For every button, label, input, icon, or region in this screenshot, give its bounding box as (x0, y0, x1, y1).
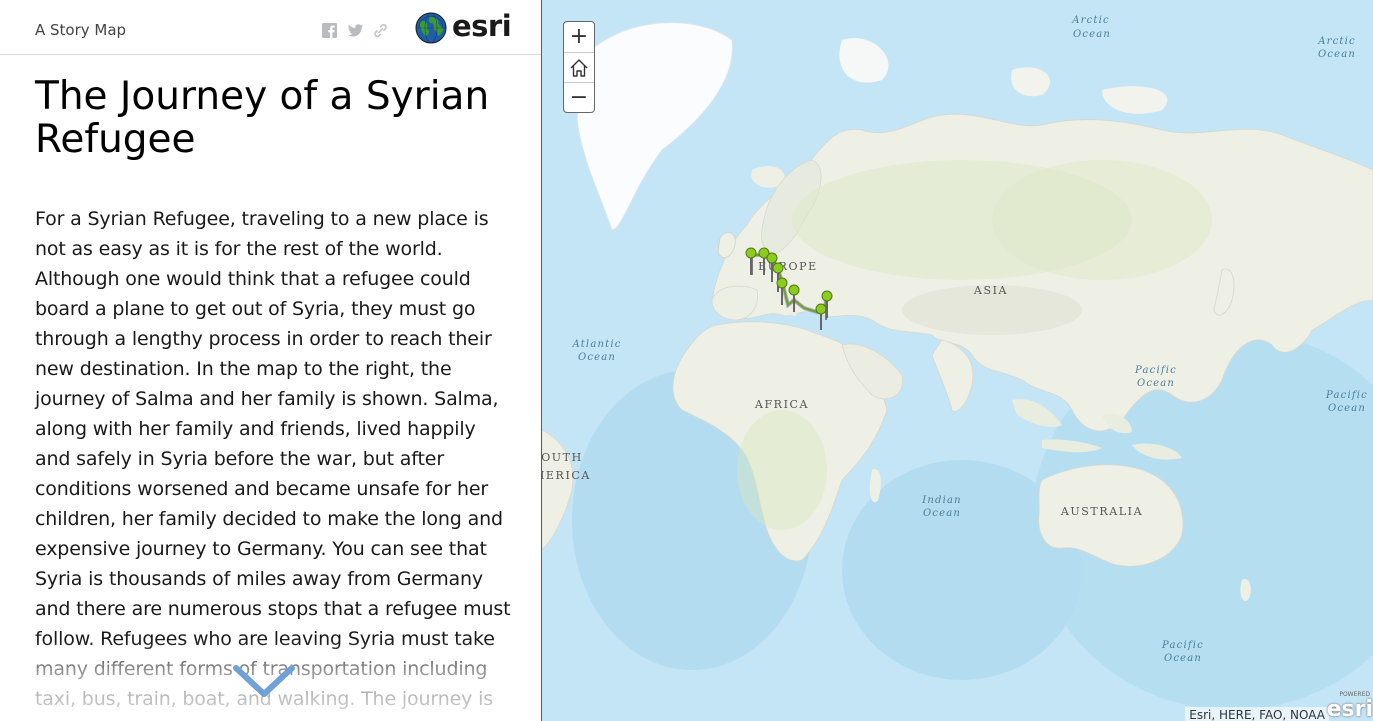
label-australia: AUSTRALIA (1060, 505, 1143, 518)
story-header: A Story Map esri (0, 0, 541, 55)
label-pacific-ocean-2: Pacific (1325, 390, 1368, 401)
label-indian-ocean: Indian (921, 495, 962, 506)
home-button[interactable] (564, 52, 594, 82)
esri-logo[interactable]: esri (415, 9, 515, 45)
label-pacific-ocean-3b: Ocean (1164, 653, 1202, 664)
map-view[interactable]: Arctic Ocean Arctic Ocean Atlantic Ocean… (542, 0, 1373, 721)
label-indian-ocean-b: Ocean (923, 508, 961, 519)
story-panel: A Story Map esri The Journey of a Syrian… (0, 0, 541, 721)
zoom-in-button[interactable]: + (564, 22, 594, 52)
label-atlantic-ocean-b: Ocean (578, 352, 616, 363)
label-europe: EUROPE (758, 260, 818, 273)
page-title: The Journey of a Syrian Refugee (35, 74, 490, 162)
label-asia: ASIA (973, 284, 1008, 297)
label-south-america: OUTH (542, 451, 583, 464)
label-africa: AFRICA (754, 398, 809, 411)
label-arctic-ocean-2b: Ocean (1318, 49, 1356, 60)
zoom-out-button[interactable]: − (564, 82, 594, 112)
powered-by-esri-logo[interactable]: POWERED esri (1327, 691, 1373, 721)
header-title: A Story Map (35, 21, 127, 39)
label-pacific-ocean-2b: Ocean (1328, 403, 1366, 414)
label-south-america-b: MERICA (542, 469, 591, 482)
map-zoom-controls: + − (563, 21, 595, 113)
twitter-icon[interactable] (347, 22, 364, 39)
home-icon (570, 59, 588, 77)
scroll-down-chevron-icon[interactable] (232, 662, 296, 702)
facebook-icon[interactable] (321, 22, 338, 39)
label-pacific-ocean-1b: Ocean (1137, 378, 1175, 389)
label-pacific-ocean-1: Pacific (1134, 365, 1177, 376)
link-icon[interactable] (372, 22, 389, 39)
label-arctic-ocean-1b: Ocean (1073, 29, 1111, 40)
logo-wordmark: esri (452, 9, 512, 43)
globe-icon (415, 12, 447, 44)
label-arctic-ocean-2: Arctic (1317, 36, 1356, 47)
map-attribution[interactable]: Esri, HERE, FAO, NOAA (1185, 707, 1329, 721)
label-atlantic-ocean: Atlantic (571, 339, 621, 350)
label-arctic-ocean-1: Arctic (1071, 15, 1110, 26)
story-body-text: For a Syrian Refugee, traveling to a new… (35, 208, 511, 710)
label-pacific-ocean-3: Pacific (1161, 640, 1204, 651)
basemap: Arctic Ocean Arctic Ocean Atlantic Ocean… (542, 0, 1373, 721)
powered-wordmark: esri (1326, 697, 1373, 721)
